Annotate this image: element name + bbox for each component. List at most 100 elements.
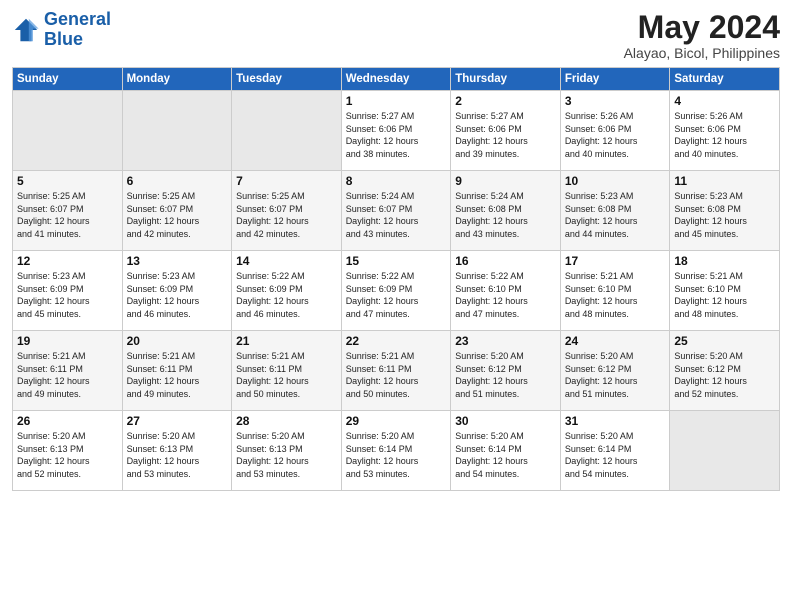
day-number: 2: [455, 94, 556, 108]
day-number: 20: [127, 334, 228, 348]
calendar-cell: 28 Sunrise: 5:20 AM Sunset: 6:13 PM Dayli…: [232, 411, 342, 491]
weekday-header-cell: Monday: [122, 68, 232, 91]
calendar-week-row: 5 Sunrise: 5:25 AM Sunset: 6:07 PM Daylig…: [13, 171, 780, 251]
calendar-cell: 6 Sunrise: 5:25 AM Sunset: 6:07 PM Daylig…: [122, 171, 232, 251]
day-info: Sunrise: 5:25 AM Sunset: 6:07 PM Dayligh…: [236, 190, 337, 240]
day-info: Sunrise: 5:20 AM Sunset: 6:13 PM Dayligh…: [17, 430, 118, 480]
calendar-cell: 30 Sunrise: 5:20 AM Sunset: 6:14 PM Dayli…: [451, 411, 561, 491]
day-info: Sunrise: 5:21 AM Sunset: 6:11 PM Dayligh…: [17, 350, 118, 400]
day-number: 28: [236, 414, 337, 428]
day-info: Sunrise: 5:23 AM Sunset: 6:09 PM Dayligh…: [17, 270, 118, 320]
day-number: 14: [236, 254, 337, 268]
day-number: 27: [127, 414, 228, 428]
weekday-header-cell: Thursday: [451, 68, 561, 91]
day-number: 30: [455, 414, 556, 428]
calendar-cell: [232, 91, 342, 171]
day-number: 23: [455, 334, 556, 348]
day-number: 22: [346, 334, 447, 348]
day-number: 18: [674, 254, 775, 268]
calendar-cell: 20 Sunrise: 5:21 AM Sunset: 6:11 PM Dayli…: [122, 331, 232, 411]
day-info: Sunrise: 5:20 AM Sunset: 6:13 PM Dayligh…: [127, 430, 228, 480]
calendar-cell: 31Sunrise: 5:20 AM Sunset: 6:14 PM Dayli…: [560, 411, 670, 491]
calendar-cell: 3 Sunrise: 5:26 AM Sunset: 6:06 PM Daylig…: [560, 91, 670, 171]
calendar-cell: 26 Sunrise: 5:20 AM Sunset: 6:13 PM Dayli…: [13, 411, 123, 491]
day-info: Sunrise: 5:20 AM Sunset: 6:12 PM Dayligh…: [674, 350, 775, 400]
calendar-cell: [122, 91, 232, 171]
day-number: 1: [346, 94, 447, 108]
logo-icon: [12, 16, 40, 44]
day-info: Sunrise: 5:23 AM Sunset: 6:08 PM Dayligh…: [674, 190, 775, 240]
day-info: Sunrise: 5:20 AM Sunset: 6:13 PM Dayligh…: [236, 430, 337, 480]
calendar-cell: 16Sunrise: 5:22 AM Sunset: 6:10 PM Dayli…: [451, 251, 561, 331]
calendar-cell: 4Sunrise: 5:26 AM Sunset: 6:06 PM Daylig…: [670, 91, 780, 171]
day-number: 4: [674, 94, 775, 108]
calendar-cell: 24 Sunrise: 5:20 AM Sunset: 6:12 PM Dayli…: [560, 331, 670, 411]
day-info: Sunrise: 5:23 AM Sunset: 6:09 PM Dayligh…: [127, 270, 228, 320]
day-number: 3: [565, 94, 666, 108]
calendar-cell: 19 Sunrise: 5:21 AM Sunset: 6:11 PM Dayli…: [13, 331, 123, 411]
calendar-table: SundayMondayTuesdayWednesdayThursdayFrid…: [12, 67, 780, 491]
day-info: Sunrise: 5:21 AM Sunset: 6:11 PM Dayligh…: [236, 350, 337, 400]
day-number: 10: [565, 174, 666, 188]
calendar-week-row: 19 Sunrise: 5:21 AM Sunset: 6:11 PM Dayli…: [13, 331, 780, 411]
day-info: Sunrise: 5:25 AM Sunset: 6:07 PM Dayligh…: [127, 190, 228, 240]
day-info: Sunrise: 5:20 AM Sunset: 6:12 PM Dayligh…: [455, 350, 556, 400]
weekday-header-cell: Saturday: [670, 68, 780, 91]
day-info: Sunrise: 5:21 AM Sunset: 6:11 PM Dayligh…: [346, 350, 447, 400]
calendar-cell: 14Sunrise: 5:22 AM Sunset: 6:09 PM Dayli…: [232, 251, 342, 331]
day-number: 8: [346, 174, 447, 188]
calendar-cell: 22 Sunrise: 5:21 AM Sunset: 6:11 PM Dayli…: [341, 331, 451, 411]
day-info: Sunrise: 5:21 AM Sunset: 6:11 PM Dayligh…: [127, 350, 228, 400]
day-info: Sunrise: 5:25 AM Sunset: 6:07 PM Dayligh…: [17, 190, 118, 240]
calendar-cell: 8 Sunrise: 5:24 AM Sunset: 6:07 PM Daylig…: [341, 171, 451, 251]
day-info: Sunrise: 5:23 AM Sunset: 6:08 PM Dayligh…: [565, 190, 666, 240]
day-number: 17: [565, 254, 666, 268]
day-info: Sunrise: 5:27 AM Sunset: 6:06 PM Dayligh…: [346, 110, 447, 160]
calendar-cell: 2Sunrise: 5:27 AM Sunset: 6:06 PM Daylig…: [451, 91, 561, 171]
main-title: May 2024: [624, 10, 780, 45]
day-info: Sunrise: 5:21 AM Sunset: 6:10 PM Dayligh…: [565, 270, 666, 320]
calendar-cell: 23 Sunrise: 5:20 AM Sunset: 6:12 PM Dayli…: [451, 331, 561, 411]
day-number: 7: [236, 174, 337, 188]
calendar-cell: 12Sunrise: 5:23 AM Sunset: 6:09 PM Dayli…: [13, 251, 123, 331]
title-block: May 2024 Alayao, Bicol, Philippines: [624, 10, 780, 61]
calendar-cell: 27 Sunrise: 5:20 AM Sunset: 6:13 PM Dayli…: [122, 411, 232, 491]
calendar-cell: [13, 91, 123, 171]
weekday-header-cell: Sunday: [13, 68, 123, 91]
calendar-cell: 5 Sunrise: 5:25 AM Sunset: 6:07 PM Daylig…: [13, 171, 123, 251]
day-number: 6: [127, 174, 228, 188]
day-info: Sunrise: 5:20 AM Sunset: 6:14 PM Dayligh…: [346, 430, 447, 480]
calendar-body: 1 Sunrise: 5:27 AM Sunset: 6:06 PM Daylig…: [13, 91, 780, 491]
day-number: 13: [127, 254, 228, 268]
logo: General Blue: [12, 10, 111, 50]
day-number: 19: [17, 334, 118, 348]
calendar-cell: 11 Sunrise: 5:23 AM Sunset: 6:08 PM Dayli…: [670, 171, 780, 251]
calendar-cell: 18Sunrise: 5:21 AM Sunset: 6:10 PM Dayli…: [670, 251, 780, 331]
day-number: 24: [565, 334, 666, 348]
day-info: Sunrise: 5:26 AM Sunset: 6:06 PM Dayligh…: [565, 110, 666, 160]
weekday-header-cell: Tuesday: [232, 68, 342, 91]
calendar-cell: 15Sunrise: 5:22 AM Sunset: 6:09 PM Dayli…: [341, 251, 451, 331]
calendar-cell: 21 Sunrise: 5:21 AM Sunset: 6:11 PM Dayli…: [232, 331, 342, 411]
calendar-cell: 25Sunrise: 5:20 AM Sunset: 6:12 PM Dayli…: [670, 331, 780, 411]
weekday-header-cell: Friday: [560, 68, 670, 91]
calendar-cell: 9Sunrise: 5:24 AM Sunset: 6:08 PM Daylig…: [451, 171, 561, 251]
day-info: Sunrise: 5:20 AM Sunset: 6:14 PM Dayligh…: [455, 430, 556, 480]
calendar-cell: 13 Sunrise: 5:23 AM Sunset: 6:09 PM Dayli…: [122, 251, 232, 331]
day-info: Sunrise: 5:24 AM Sunset: 6:07 PM Dayligh…: [346, 190, 447, 240]
weekday-header-cell: Wednesday: [341, 68, 451, 91]
calendar-week-row: 12Sunrise: 5:23 AM Sunset: 6:09 PM Dayli…: [13, 251, 780, 331]
day-info: Sunrise: 5:24 AM Sunset: 6:08 PM Dayligh…: [455, 190, 556, 240]
day-number: 26: [17, 414, 118, 428]
day-info: Sunrise: 5:20 AM Sunset: 6:12 PM Dayligh…: [565, 350, 666, 400]
weekday-header-row: SundayMondayTuesdayWednesdayThursdayFrid…: [13, 68, 780, 91]
header: General Blue May 2024 Alayao, Bicol, Phi…: [12, 10, 780, 61]
day-number: 29: [346, 414, 447, 428]
calendar-week-row: 1 Sunrise: 5:27 AM Sunset: 6:06 PM Daylig…: [13, 91, 780, 171]
page: General Blue May 2024 Alayao, Bicol, Phi…: [0, 0, 792, 612]
calendar-cell: 7 Sunrise: 5:25 AM Sunset: 6:07 PM Daylig…: [232, 171, 342, 251]
day-number: 21: [236, 334, 337, 348]
day-number: 11: [674, 174, 775, 188]
day-number: 5: [17, 174, 118, 188]
day-number: 16: [455, 254, 556, 268]
